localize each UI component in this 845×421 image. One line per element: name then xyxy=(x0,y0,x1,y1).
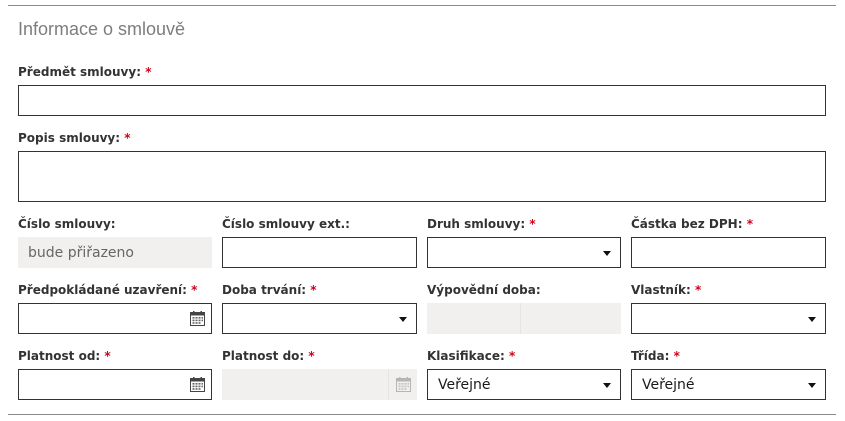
required-marker: * xyxy=(673,349,680,363)
contract-number-field: bude přiřazeno xyxy=(18,237,212,268)
classification-label: Klasifikace: * xyxy=(427,349,516,363)
required-marker: * xyxy=(104,349,111,363)
description-label: Popis smlouvy: * xyxy=(18,131,131,145)
valid-to-date-field xyxy=(222,369,417,400)
expected-closing-date-input[interactable] xyxy=(18,303,212,334)
class-label: Třída: * xyxy=(631,349,680,363)
contract-type-label: Druh smlouvy: * xyxy=(427,217,536,231)
chevron-down-icon xyxy=(603,382,611,388)
classification-select[interactable]: Veřejné xyxy=(427,369,621,400)
chevron-down-icon xyxy=(603,250,611,256)
required-marker: * xyxy=(746,217,753,231)
calendar-icon[interactable] xyxy=(190,310,205,326)
contract-type-select[interactable] xyxy=(427,237,621,268)
required-marker: * xyxy=(529,217,536,231)
required-marker: * xyxy=(124,131,131,145)
owner-select[interactable] xyxy=(631,303,826,334)
chevron-down-icon xyxy=(808,316,816,322)
expected-closing-label: Předpokládané uzavření: * xyxy=(18,283,198,297)
section-bottom-divider xyxy=(8,414,836,415)
duration-select[interactable] xyxy=(222,303,417,334)
chevron-down-icon xyxy=(399,316,407,322)
amount-input[interactable] xyxy=(631,237,826,268)
required-marker: * xyxy=(310,283,317,297)
owner-label: Vlastník: * xyxy=(631,283,702,297)
class-select[interactable]: Veřejné xyxy=(631,369,826,400)
duration-label: Doba trvání: * xyxy=(222,283,317,297)
description-textarea[interactable] xyxy=(18,151,826,202)
contract-number-label: Číslo smlouvy: xyxy=(18,217,116,231)
required-marker: * xyxy=(191,283,198,297)
required-marker: * xyxy=(695,283,702,297)
required-marker: * xyxy=(508,349,516,363)
calendar-icon xyxy=(396,376,411,392)
notice-period-field xyxy=(427,303,621,334)
external-number-label: Číslo smlouvy ext.: xyxy=(222,217,350,231)
chevron-down-icon xyxy=(808,382,816,388)
amount-label: Částka bez DPH: * xyxy=(631,217,753,231)
notice-period-label: Výpovědní doba: xyxy=(427,283,541,297)
section-title: Informace o smlouvě xyxy=(18,19,186,39)
subject-input[interactable] xyxy=(18,85,826,116)
valid-from-date-input[interactable] xyxy=(18,369,212,400)
subject-label: Předmět smlouvy: * xyxy=(18,65,152,79)
valid-to-label: Platnost do: * xyxy=(222,349,315,363)
required-marker: * xyxy=(308,349,315,363)
section-top-divider xyxy=(8,5,836,6)
calendar-icon[interactable] xyxy=(190,376,205,392)
required-marker: * xyxy=(145,65,152,79)
external-number-input[interactable] xyxy=(222,237,417,268)
valid-from-label: Platnost od: * xyxy=(18,349,111,363)
